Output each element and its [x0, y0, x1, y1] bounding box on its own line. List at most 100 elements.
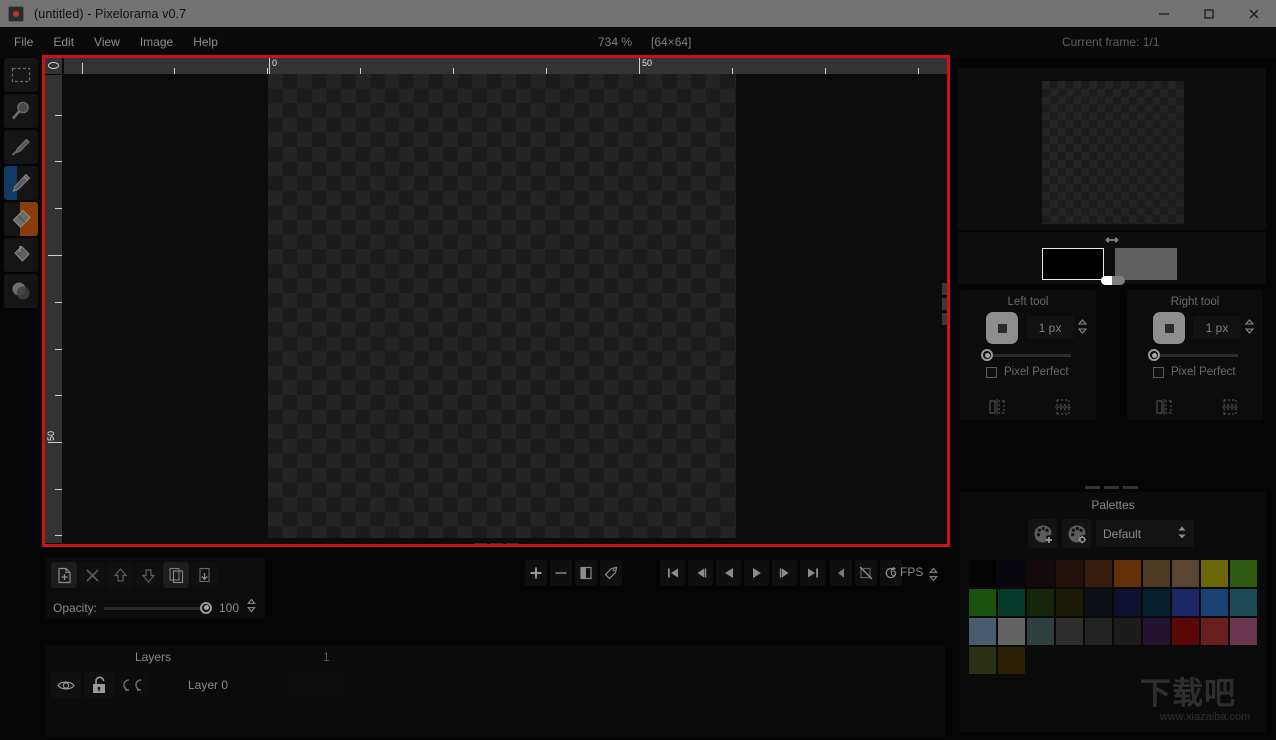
- palette-swatch[interactable]: [1084, 588, 1113, 617]
- minimize-icon[interactable]: [1141, 0, 1186, 27]
- lighten-darken-tool[interactable]: [4, 274, 38, 308]
- fps-spinner-icon[interactable]: [928, 567, 939, 587]
- pencil-tool[interactable]: [4, 166, 38, 200]
- left-color-swatch[interactable]: [1042, 248, 1104, 280]
- delete-layer-button[interactable]: [79, 562, 105, 588]
- horizontal-splitter-handle[interactable]: [474, 543, 520, 548]
- right-brush-preview[interactable]: [1153, 312, 1185, 344]
- merge-down-button[interactable]: [191, 562, 217, 588]
- next-frame-button[interactable]: [772, 560, 797, 586]
- right-brush-size-slider[interactable]: [1152, 354, 1238, 357]
- fps-value[interactable]: 6 FPS: [890, 565, 923, 579]
- first-frame-button[interactable]: [660, 560, 685, 586]
- left-mirror-horizontal-icon[interactable]: [988, 398, 1006, 421]
- menu-file[interactable]: File: [5, 31, 42, 53]
- vertical-splitter-handle[interactable]: [942, 283, 947, 326]
- zoom-tool[interactable]: [4, 94, 38, 128]
- left-brush-size-slider[interactable]: [985, 354, 1071, 357]
- move-layer-down-button[interactable]: [135, 562, 161, 588]
- right-pixel-perfect-row[interactable]: Pixel Perfect: [1153, 366, 1236, 378]
- palette-swatch[interactable]: [1142, 588, 1171, 617]
- palettes-splitter-handle[interactable]: [1085, 486, 1139, 490]
- palette-swatch[interactable]: [997, 559, 1026, 588]
- play-backwards-button[interactable]: [716, 560, 741, 586]
- palette-swatch[interactable]: [1229, 559, 1258, 588]
- palette-swatch[interactable]: [1026, 588, 1055, 617]
- palette-swatch[interactable]: [1200, 588, 1229, 617]
- left-size-spinner-icon[interactable]: [1077, 318, 1088, 340]
- color-picker-tool[interactable]: [4, 130, 38, 164]
- onion-skin-toggle-button[interactable]: [855, 560, 877, 586]
- palette-swatch[interactable]: [997, 646, 1026, 675]
- left-pixel-perfect-checkbox[interactable]: [986, 366, 997, 378]
- palette-swatch[interactable]: [1113, 559, 1142, 588]
- palette-swatch[interactable]: [968, 559, 997, 588]
- last-frame-button[interactable]: [800, 560, 825, 586]
- palette-swatch[interactable]: [1229, 617, 1258, 646]
- palette-swatch[interactable]: [997, 588, 1026, 617]
- edit-palette-icon[interactable]: [1062, 519, 1091, 548]
- left-brush-size-value[interactable]: 1 px: [1026, 316, 1074, 339]
- bucket-tool[interactable]: [4, 238, 38, 272]
- menu-help[interactable]: Help: [184, 31, 227, 53]
- ruler-corner[interactable]: [45, 57, 62, 74]
- right-brush-size-knob[interactable]: [1148, 349, 1160, 361]
- play-forward-button[interactable]: [744, 560, 769, 586]
- rectangle-select-tool[interactable]: [4, 58, 38, 92]
- close-icon[interactable]: [1231, 0, 1276, 27]
- horizontal-ruler[interactable]: 0 50: [64, 57, 948, 74]
- canvas-viewport[interactable]: [42, 55, 948, 545]
- palette-swatch[interactable]: [1171, 559, 1200, 588]
- left-pixel-perfect-row[interactable]: Pixel Perfect: [986, 366, 1069, 378]
- palette-select[interactable]: Default: [1096, 520, 1194, 547]
- palette-swatch[interactable]: [968, 617, 997, 646]
- add-frame-button[interactable]: [525, 560, 547, 586]
- opacity-slider[interactable]: [104, 601, 213, 614]
- palette-swatch[interactable]: [1200, 617, 1229, 646]
- palette-swatch[interactable]: [1113, 617, 1142, 646]
- palette-swatch[interactable]: [1055, 617, 1084, 646]
- move-layer-up-button[interactable]: [107, 562, 133, 588]
- palette-swatch[interactable]: [1026, 617, 1055, 646]
- right-mirror-vertical-icon[interactable]: [1221, 398, 1239, 421]
- opacity-slider-knob[interactable]: [200, 601, 213, 614]
- layer-name[interactable]: Layer 0: [151, 672, 265, 698]
- palette-swatch[interactable]: [1171, 617, 1200, 646]
- vertical-ruler[interactable]: 50: [45, 75, 62, 543]
- right-brush-size-value[interactable]: 1 px: [1193, 316, 1241, 339]
- maximize-icon[interactable]: [1186, 0, 1231, 27]
- right-color-swatch[interactable]: [1115, 248, 1177, 280]
- add-layer-button[interactable]: [51, 562, 77, 588]
- menu-image[interactable]: Image: [131, 31, 182, 53]
- palette-swatch[interactable]: [997, 617, 1026, 646]
- duplicate-frame-button[interactable]: [575, 560, 597, 586]
- remove-frame-button[interactable]: [550, 560, 572, 586]
- palette-swatch[interactable]: [1229, 588, 1258, 617]
- previous-frame-button[interactable]: [688, 560, 713, 586]
- palette-swatch[interactable]: [1142, 559, 1171, 588]
- tag-frame-button[interactable]: [600, 560, 622, 586]
- right-pixel-perfect-checkbox[interactable]: [1153, 366, 1164, 378]
- menu-edit[interactable]: Edit: [44, 31, 83, 53]
- right-mirror-horizontal-icon[interactable]: [1155, 398, 1173, 421]
- add-palette-icon[interactable]: [1028, 519, 1057, 548]
- drawing-canvas[interactable]: [64, 74, 948, 543]
- palette-swatch[interactable]: [1142, 617, 1171, 646]
- duplicate-layer-button[interactable]: [163, 562, 189, 588]
- unlocked-padlock-icon[interactable]: [84, 672, 114, 698]
- link-icon[interactable]: [117, 672, 148, 698]
- opacity-value[interactable]: 100: [213, 601, 239, 615]
- left-mirror-vertical-icon[interactable]: [1054, 398, 1072, 421]
- left-brush-size-knob[interactable]: [981, 349, 993, 361]
- palette-swatch[interactable]: [1055, 588, 1084, 617]
- layer-frame-cell[interactable]: [288, 672, 344, 698]
- right-size-spinner-icon[interactable]: [1244, 318, 1255, 340]
- palette-swatch[interactable]: [1055, 559, 1084, 588]
- onion-skin-past-button[interactable]: [830, 560, 852, 586]
- eraser-tool[interactable]: [4, 202, 38, 236]
- palette-swatch[interactable]: [968, 646, 997, 675]
- palette-swatch[interactable]: [1084, 617, 1113, 646]
- palette-swatch[interactable]: [1200, 559, 1229, 588]
- menu-view[interactable]: View: [85, 31, 129, 53]
- eye-icon[interactable]: [51, 672, 81, 698]
